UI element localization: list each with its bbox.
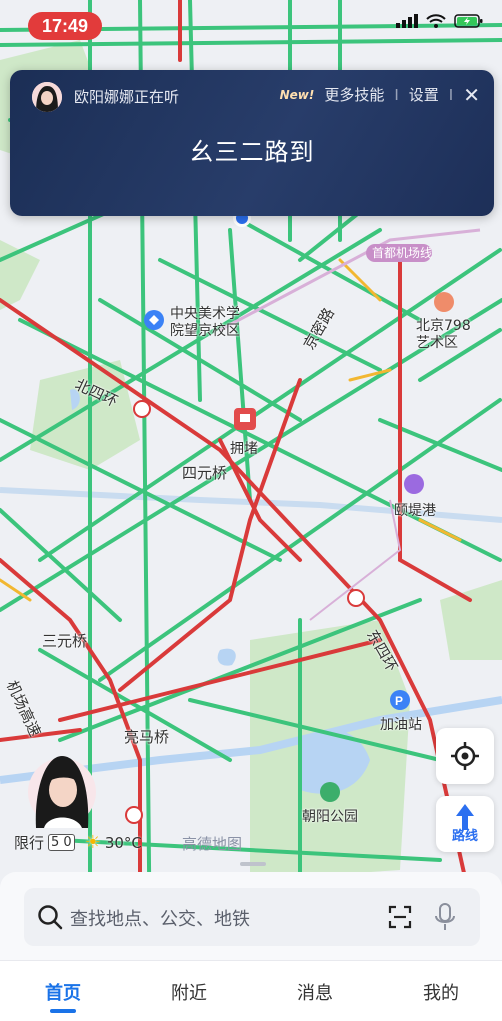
route-label: 路线	[451, 829, 478, 844]
tab-messages[interactable]: 消息	[275, 979, 355, 1005]
airport-line-label: 首都机场线	[372, 246, 433, 260]
more-skills-link[interactable]: 更多技能	[324, 84, 384, 105]
liangma-bridge-label: 亮马桥	[124, 728, 170, 746]
siyuan-bridge-label: 四元桥	[182, 464, 228, 482]
sanyuan-bridge-label: 三元桥	[42, 632, 88, 650]
search-icon	[38, 905, 63, 930]
wifi-icon	[426, 14, 446, 28]
listening-status: 欧阳娜娜正在听	[74, 88, 180, 106]
art-district-label[interactable]: 北京798 艺术区	[416, 318, 471, 352]
yidi-port-label[interactable]: 颐堤港	[394, 500, 436, 520]
settings-link[interactable]: 设置	[409, 84, 439, 105]
close-icon[interactable]: ✕	[463, 85, 480, 105]
assistant-avatar	[32, 82, 62, 112]
tab-home[interactable]: 首页	[23, 979, 103, 1005]
new-badge: New!	[279, 87, 315, 102]
gas-station-label[interactable]: 加油站	[380, 714, 422, 734]
locate-icon	[451, 742, 479, 770]
sun-icon: ☀	[84, 832, 101, 853]
academy-label[interactable]: 中央美术学 院望京校区	[170, 306, 240, 340]
recognized-speech: 幺三二路到	[189, 138, 315, 166]
tab-bar: 首页 附近 消息 我的	[0, 960, 502, 1021]
route-button[interactable]: 路线	[436, 796, 494, 852]
chaoyang-park-label[interactable]: 朝阳公园	[302, 806, 358, 826]
voice-assistant-card: 欧阳娜娜正在听 New! 更多技能 I 设置 I ✕ 幺三二路到	[10, 70, 494, 216]
tab-mine[interactable]: 我的	[401, 979, 481, 1005]
status-time: 17:49	[28, 12, 102, 40]
search-input[interactable]: 查找地点、公交、地铁	[70, 905, 250, 931]
voice-persona-avatar[interactable]	[26, 748, 98, 828]
map-logo: 高德地图	[182, 835, 243, 853]
tab-nearby[interactable]: 附近	[149, 979, 229, 1005]
status-bar: 17:49	[0, 0, 502, 52]
svg-text:P: P	[395, 694, 403, 708]
traffic-restriction-info[interactable]: 限行 5 0 ☀ 30°C	[14, 832, 142, 853]
tab-active-indicator	[50, 1009, 76, 1013]
search-bar[interactable]: 查找地点、公交、地铁	[24, 888, 480, 946]
divider: I	[394, 85, 399, 104]
battery-icon	[454, 14, 483, 28]
drag-handle[interactable]	[240, 862, 266, 866]
scan-icon[interactable]	[388, 905, 412, 929]
microphone-icon[interactable]	[434, 902, 456, 932]
divider: I	[448, 85, 454, 104]
restriction-label: 限行	[14, 834, 45, 852]
status-icons	[396, 14, 484, 28]
signal-icon	[396, 14, 418, 28]
restriction-numbers: 5 0	[48, 834, 75, 851]
locate-button[interactable]	[436, 728, 494, 784]
congestion-label[interactable]: 拥堵	[230, 438, 258, 458]
temperature: 30°C	[104, 833, 142, 852]
